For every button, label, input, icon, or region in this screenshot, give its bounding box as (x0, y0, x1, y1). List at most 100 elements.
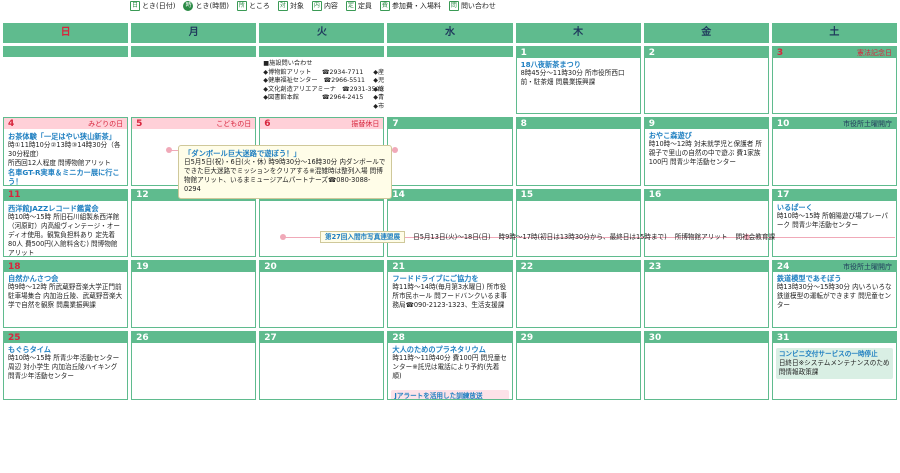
contact-tel: ☎2934-7711 (321, 68, 364, 76)
day-header: 7 (388, 118, 512, 130)
calendar-cell-d4[interactable]: 4 みどりの日 お茶体験「一足はやい狭山新茶」 時①11時10分②13時③14時30分… (3, 117, 129, 186)
calendar-cell-d2[interactable]: 2 (643, 46, 769, 115)
calendar-cell-d31[interactable]: 31 コンビニ交付サービスの一時停止 日終日※システムメンテナンスのため 問情報政策… (771, 331, 897, 400)
calendar-cell-d14[interactable]: 14 (387, 188, 513, 257)
day-number: 16 (648, 190, 662, 201)
calendar-cell-d15[interactable]: 15 (515, 188, 641, 257)
calendar-cell-d19[interactable]: 19 (131, 260, 257, 329)
day-number: 6 (264, 118, 271, 129)
event-notice: Jアラートを活用した訓練放送時11時頃 問危機管理課 (391, 390, 509, 400)
legend-label: 参加費・入場料 (391, 2, 441, 10)
day-header: 11 (4, 189, 128, 201)
day-number: 1 (520, 47, 527, 58)
legend-item: 費参加費・入場料 (379, 1, 441, 11)
day-header: 8 (516, 118, 640, 130)
day-header: 5 こどもの日 (132, 118, 256, 130)
weekday-thu: 木 (515, 23, 641, 43)
calendar-cell-d22[interactable]: 22 (515, 260, 641, 329)
day-header: 20 (260, 261, 384, 272)
event-photo-exhibition[interactable]: 第27回入間市写真連盟展 日5月13日(火)～18日(日) 時9時～17時(初日… (320, 231, 782, 243)
contact-name: ◆文化創造アリエアミーナ (263, 85, 336, 93)
calendar-cell-d18[interactable]: 18 自然かんさつ会 時9時～12時 所武蔵野音楽大学正門前駐車場集合 内加治丘陵、… (3, 260, 129, 329)
legend-icon: 定 (345, 1, 356, 11)
calendar-cell-d16[interactable]: 16 (643, 188, 769, 257)
legend-item: 内内容 (311, 1, 338, 11)
legend-item: 対対象 (277, 1, 304, 11)
legend-icon: 問 (448, 1, 459, 11)
day-header: 14 (388, 189, 512, 201)
day-header: 1 (516, 47, 640, 58)
event-span-dot (166, 147, 172, 153)
event-title: 第27回入間市写真連盟展 (320, 231, 406, 243)
contact-name: ◆図書館本館 (263, 94, 299, 101)
day-number: 20 (264, 261, 277, 272)
legend-label: 対象 (289, 2, 304, 10)
day-number: 23 (648, 261, 662, 272)
contact-row: ◆図書館本館 ☎2964-2415 (263, 94, 363, 103)
calendar-cell-d8[interactable]: 8 (515, 117, 641, 186)
day-header: 26 (132, 332, 256, 344)
calendar-cell-d10[interactable]: 10 市役所土曜開庁 (771, 117, 897, 186)
legend-label: とき(日付) (142, 2, 176, 10)
event-dunball-maze[interactable]: 「ダンボール巨大迷路で遊ぼう！」 日5月5日(祝)・6日(火・休) 時9時30分… (178, 145, 392, 199)
event-title: フードドライブにご協力を (392, 274, 479, 283)
day-header: 25 (4, 332, 128, 344)
day-number: 19 (136, 261, 149, 272)
event-detail: 時10時～15時 所旧石川組製糸西洋館（河原町）内高級ヴィンテージ・オーディオ使… (8, 212, 120, 257)
event-detail: 時11時～11時40分 費100円 問児童センター※託児は電話により予約(先着順… (392, 354, 507, 381)
event-title: 18八夜新茶まつり (520, 60, 581, 69)
weekday-sat: 土 (771, 23, 897, 43)
legend-label: 内容 (323, 2, 338, 10)
event-block: 鉄道模型であそぼう 時13時30分～15時30分 内いろいろな鉄道模型の運転ができ… (777, 274, 892, 310)
day-header: 19 (132, 261, 256, 272)
day-number: 21 (392, 261, 405, 272)
event-title: もぐらタイム (8, 345, 51, 355)
calendar-cell-d27[interactable]: 27 (259, 331, 385, 400)
event-title: Jアラートを活用した訓練放送 (394, 392, 483, 400)
calendar-cell-empty (387, 46, 513, 115)
calendar-cell-d7[interactable]: 7 (387, 117, 513, 186)
calendar-cell-d23[interactable]: 23 (643, 260, 769, 329)
calendar-cell-d11[interactable]: 11 西洋館JAZZレコード鑑賞会 時10時～15時 所旧石川組製糸西洋館（河原町）… (3, 188, 129, 257)
calendar-cell-d25[interactable]: 25 もぐらタイム 時10時～15時 所青少年活動センター周辺 対小学生 内加治丘陵… (3, 331, 129, 400)
contacts-heading: ■施設問い合わせ (263, 60, 313, 67)
calendar-cell-d24[interactable]: 24 市役所土曜開庁 鉄道模型であそぼう 時13時30分～15時30分 内いろいろな鉄… (771, 260, 897, 329)
calendar-cell-d3[interactable]: 3 憲法記念日 (771, 46, 897, 115)
day-header: 17 (772, 189, 896, 201)
calendar-cell-d30[interactable]: 30 (643, 331, 769, 400)
calendar-cell-d20[interactable]: 20 (259, 260, 385, 329)
event-block: 自然かんさつ会 時9時～12時 所武蔵野音楽大学正門前駐車場集合 内加治丘陵、武蔵… (8, 274, 123, 310)
event-title: 名車GT-R実車＆ミニカー展に行こう！ (8, 168, 120, 186)
day-number: 30 (648, 332, 662, 343)
calendar-cell-d28[interactable]: 28 大人のためのプラネタリウム 時11時～11時40分 費100円 問児童センター… (387, 331, 513, 400)
day-number: 7 (392, 118, 399, 129)
event-title: おやこ森遊び (648, 131, 692, 141)
day-number: 18 (8, 261, 21, 272)
legend-label: 定員 (357, 2, 372, 10)
legend-item: 時とき(時間) (183, 1, 229, 11)
event-block: おやこ森遊び 時10時～12時 対未就学児と保護者 所親子で里山の自然の中で遊ぶ … (649, 131, 764, 167)
contact-name: ◆博物館アリット (263, 68, 312, 76)
legend-item: 所ところ (236, 1, 270, 11)
calendar-grid: 日 月 火 水 木 金 土 ■施設問い合わせ ◆博物館アリット ☎2934-771… (3, 23, 897, 471)
calendar-cell-d9[interactable]: 9 おやこ森遊び 時10時～12時 対未就学児と保護者 所親子で里山の自然の中で遊ぶ… (643, 117, 769, 186)
day-number: 28 (392, 332, 405, 343)
day-header: 22 (516, 261, 640, 272)
legend: 日とき(日付) 時とき(時間) 所ところ対対象内内容定定員費参加費・入場料問問い合わ… (130, 1, 496, 11)
day-header: 2 (644, 47, 768, 58)
contact-tel: ☎2966-5511 (323, 77, 365, 84)
calendar-cell-contacts: ■施設問い合わせ ◆博物館アリット ☎2934-7711 ◆健康福祉センター ☎296… (259, 46, 385, 115)
day-header: 6 振替休日 (260, 118, 384, 130)
calendar-cell-d29[interactable]: 29 (515, 331, 641, 400)
day-number: 4 (8, 118, 15, 129)
calendar-cell-d17[interactable]: 17 いるぱーく 時10時～15時 所朝陽遊び場プレーパーク 問青少年活動センター (771, 188, 897, 257)
legend-icon: 日 (130, 1, 140, 11)
calendar-cell-d1[interactable]: 1 18八夜新茶まつり 8時45分～11時30分 所市役所西口前・駐茶畑 問農業振興… (515, 46, 641, 115)
legend-icon: 内 (311, 1, 322, 11)
event-detail: 時9時～12時 所武蔵野音楽大学正門前駐車場集合 内加治丘陵、武蔵野音楽大学で自… (8, 283, 123, 309)
contact-name: ◆児童センター (373, 77, 385, 84)
day-header: 27 (260, 332, 384, 344)
calendar-cell-d26[interactable]: 26 (131, 331, 257, 400)
day-number: 26 (136, 332, 149, 343)
calendar-cell-d21[interactable]: 21 フードドライブにご協力を 時11時～14時(毎月第3水曜日) 所市役所市民ホー… (387, 260, 513, 329)
